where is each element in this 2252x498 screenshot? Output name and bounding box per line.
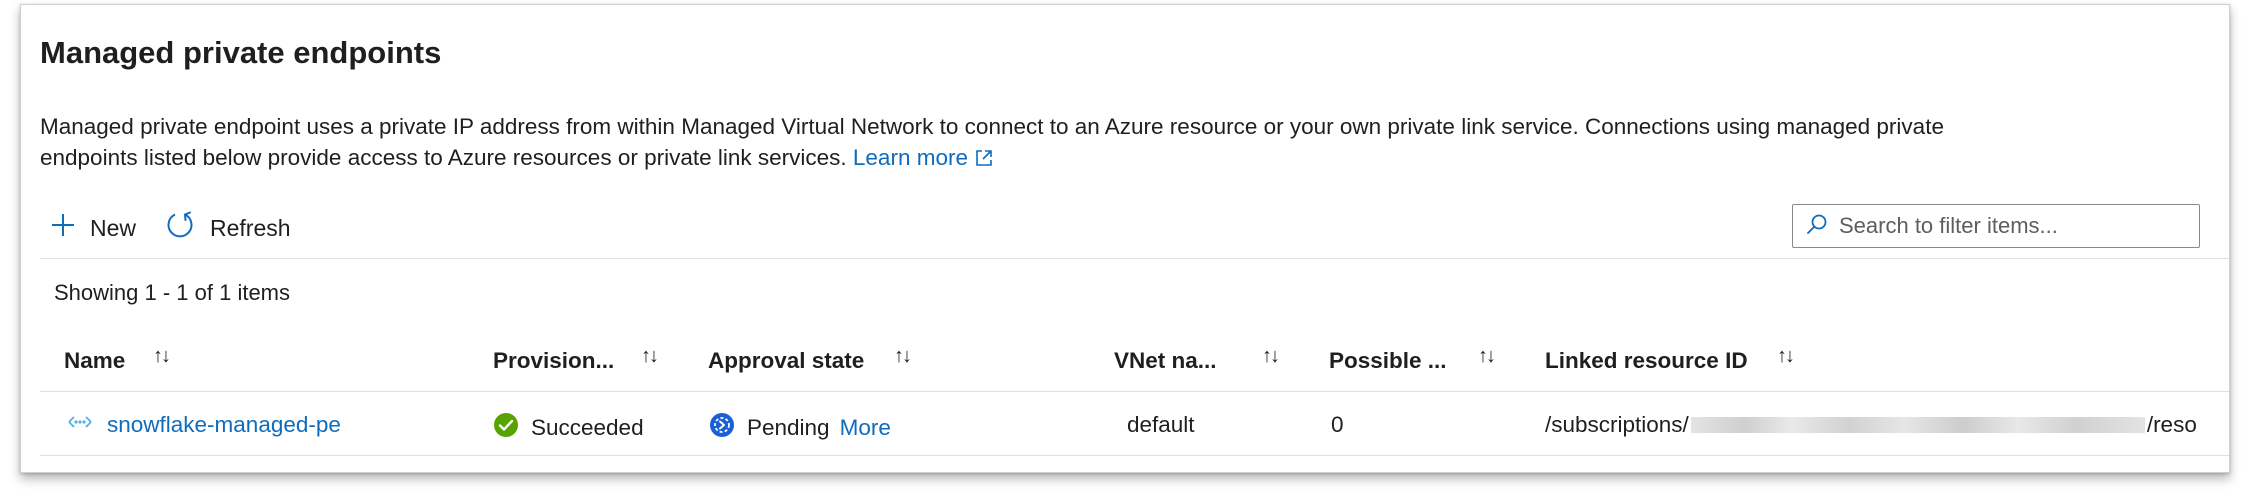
refresh-icon [164, 209, 210, 247]
provisioning-status: Succeeded [531, 415, 644, 440]
column-header-approval-state[interactable]: Approval state [708, 348, 864, 374]
pending-icon [709, 412, 747, 444]
sort-arrows-icon[interactable]: ↑↓ [1777, 345, 1795, 368]
search-icon [1793, 212, 1839, 241]
column-header-linked-resource-id[interactable]: Linked resource ID [1545, 348, 1748, 374]
page-title: Managed private endpoints [40, 35, 442, 70]
approval-more-link[interactable]: More [840, 415, 891, 441]
learn-more-label: Learn more [852, 145, 968, 170]
external-link-icon [974, 145, 994, 176]
private-endpoint-icon [65, 412, 107, 438]
possible-value: 0 [1331, 412, 1344, 437]
table-row-linked-resource-cell: /subscriptions/ /reso [1545, 412, 2197, 438]
refresh-button[interactable]: Refresh [164, 209, 291, 247]
column-header-provisioning[interactable]: Provision... [493, 348, 614, 374]
search-input[interactable] [1839, 213, 2179, 239]
sort-arrows-icon[interactable]: ↑↓ [1262, 345, 1280, 368]
table-row-provisioning-cell: Succeeded [493, 412, 644, 444]
success-check-icon [493, 412, 531, 444]
toolbar-divider [40, 258, 2229, 259]
approval-status: Pending [747, 415, 830, 440]
learn-more-link[interactable]: Learn more [853, 145, 994, 170]
command-bar: New Refresh [50, 206, 319, 250]
managed-private-endpoints-panel: Managed private endpoints Managed privat… [20, 4, 2230, 473]
sort-arrows-icon[interactable]: ↑↓ [153, 345, 171, 368]
plus-icon [50, 212, 90, 244]
table-row-name-cell: snowflake-managed-pe [65, 412, 341, 438]
resource-id-suffix: /reso [2146, 412, 2197, 437]
redacted-subscription-id [1690, 417, 2145, 433]
sort-arrows-icon[interactable]: ↑↓ [641, 345, 659, 368]
row-divider [40, 455, 2229, 456]
vnet-name: default [1127, 412, 1195, 437]
header-divider [40, 391, 2229, 392]
page-description: Managed private endpoint uses a private … [40, 111, 2000, 176]
table-row-vnet-cell: default [1127, 412, 1195, 438]
table-row-possible-cell: 0 [1331, 412, 1344, 438]
search-box[interactable] [1792, 204, 2200, 248]
new-label: New [90, 214, 137, 241]
new-button[interactable]: New [50, 212, 136, 244]
sort-arrows-icon[interactable]: ↑↓ [1478, 345, 1496, 368]
sort-arrows-icon[interactable]: ↑↓ [894, 345, 912, 368]
column-header-name[interactable]: Name [64, 348, 125, 374]
endpoint-name-link[interactable]: snowflake-managed-pe [107, 412, 341, 438]
refresh-label: Refresh [210, 214, 291, 241]
column-header-vnet-name[interactable]: VNet na... [1114, 348, 1217, 374]
item-count: Showing 1 - 1 of 1 items [54, 280, 291, 305]
table-row-approval-cell: Pending More [709, 412, 891, 444]
column-header-possible[interactable]: Possible ... [1329, 348, 1447, 374]
resource-id-prefix: /subscriptions/ [1545, 412, 1689, 437]
